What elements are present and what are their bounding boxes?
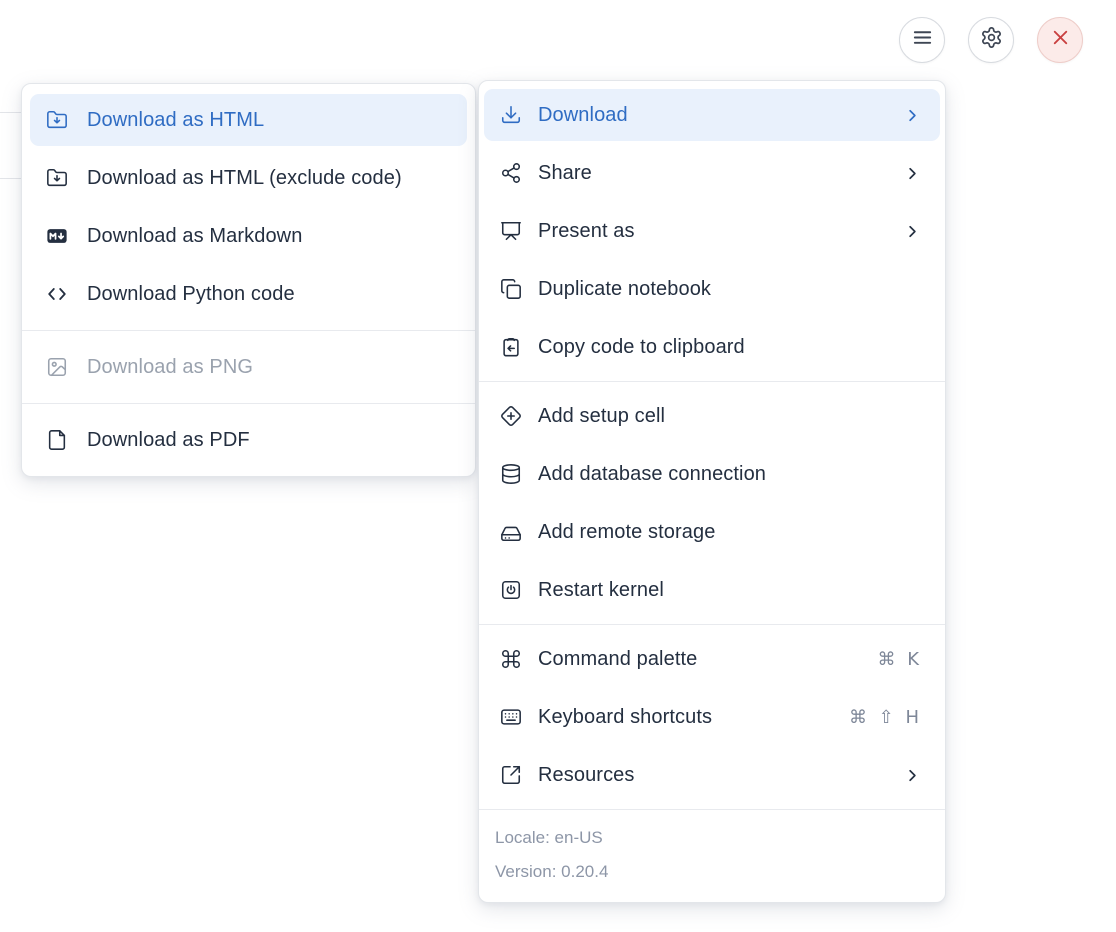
menu-item-present-as[interactable]: Present as: [484, 205, 940, 257]
share-icon: [500, 162, 522, 184]
shortcut-hint: ⌘ ⇧ H: [849, 707, 922, 728]
chevron-right-icon: [903, 106, 922, 125]
close-icon: [1049, 26, 1072, 54]
menu-item-download-as-pdf[interactable]: Download as PDF: [30, 414, 467, 466]
command-icon: [500, 648, 522, 670]
menu-item-label: Add setup cell: [538, 405, 922, 428]
menu-item-label: Download as HTML: [87, 109, 449, 132]
image-icon: [46, 356, 68, 378]
menu-item-label: Share: [538, 162, 903, 185]
main-menu: Download Share Present as: [478, 80, 946, 903]
keyboard-icon: [500, 706, 522, 728]
close-button[interactable]: [1037, 17, 1083, 63]
menu-item-restart-kernel[interactable]: Restart kernel: [484, 564, 940, 616]
menu-item-label: Download as HTML (exclude code): [87, 167, 449, 190]
chevron-right-icon: [903, 222, 922, 241]
chevron-right-icon: [903, 164, 922, 183]
menu-section-help: Command palette ⌘ K Keyboard shortcuts ⌘…: [479, 625, 945, 809]
menu-item-keyboard-shortcuts[interactable]: Keyboard shortcuts ⌘ ⇧ H: [484, 691, 940, 743]
menu-item-share[interactable]: Share: [484, 147, 940, 199]
menu-item-label: Duplicate notebook: [538, 278, 922, 301]
download-icon: [500, 104, 522, 126]
external-link-icon: [500, 764, 522, 786]
menu-item-command-palette[interactable]: Command palette ⌘ K: [484, 633, 940, 685]
menu-item-download-as-markdown[interactable]: Download as Markdown: [30, 210, 467, 262]
menu-item-label: Restart kernel: [538, 579, 922, 602]
menu-item-download-as-png: Download as PNG: [30, 341, 467, 393]
hard-drive-icon: [500, 521, 522, 543]
copy-icon: [500, 278, 522, 300]
menu-item-label: Resources: [538, 764, 903, 787]
markdown-icon: [46, 225, 68, 247]
gear-icon: [980, 26, 1003, 54]
clipboard-arrow-icon: [500, 336, 522, 358]
menu-item-download-as-html[interactable]: Download as HTML: [30, 94, 467, 146]
file-icon: [46, 429, 68, 451]
version-text: Version: 0.20.4: [495, 855, 929, 889]
window-controls: [899, 17, 1083, 63]
menu-item-download[interactable]: Download: [484, 89, 940, 141]
menu-item-duplicate-notebook[interactable]: Duplicate notebook: [484, 263, 940, 315]
menu-item-download-python-code[interactable]: Download Python code: [30, 268, 467, 320]
menu-item-label: Download Python code: [87, 283, 449, 306]
menu-item-download-as-html-exclude-code[interactable]: Download as HTML (exclude code): [30, 152, 467, 204]
code-icon: [46, 283, 68, 305]
power-icon: [500, 579, 522, 601]
background-hairline: [0, 112, 21, 113]
menu-item-resources[interactable]: Resources: [484, 749, 940, 801]
menu-item-copy-code-to-clipboard[interactable]: Copy code to clipboard: [484, 321, 940, 373]
menu-item-add-remote-storage[interactable]: Add remote storage: [484, 506, 940, 558]
menu-item-label: Add database connection: [538, 463, 922, 486]
menu-item-label: Download as Markdown: [87, 225, 449, 248]
locale-text: Locale: en-US: [495, 821, 929, 855]
submenu-section-export: Download as HTML Download as HTML (exclu…: [22, 84, 475, 330]
folder-down-icon: [46, 167, 68, 189]
submenu-section-pdf: Download as PDF: [22, 404, 475, 476]
folder-down-icon: [46, 109, 68, 131]
menu-item-label: Download: [538, 104, 903, 127]
menu-item-label: Download as PDF: [87, 429, 449, 452]
menu-item-label: Copy code to clipboard: [538, 336, 922, 359]
settings-button[interactable]: [968, 17, 1014, 63]
chevron-right-icon: [903, 766, 922, 785]
menu-item-label: Command palette: [538, 648, 877, 671]
download-submenu: Download as HTML Download as HTML (exclu…: [21, 83, 476, 477]
shortcut-hint: ⌘ K: [877, 649, 922, 670]
menu-section-notebook-actions: Add setup cell Add database connection A…: [479, 382, 945, 624]
diamond-plus-icon: [500, 405, 522, 427]
submenu-section-png: Download as PNG: [22, 331, 475, 403]
database-icon: [500, 463, 522, 485]
menu-footer: Locale: en-US Version: 0.20.4: [479, 810, 945, 902]
background-hairline: [0, 178, 21, 179]
menu-item-label: Download as PNG: [87, 356, 449, 379]
menu-section-share-export: Download Share Present as: [479, 81, 945, 381]
menu-item-add-database-connection[interactable]: Add database connection: [484, 448, 940, 500]
menu-item-label: Keyboard shortcuts: [538, 706, 849, 729]
presentation-icon: [500, 220, 522, 242]
menu-item-label: Present as: [538, 220, 903, 243]
menu-item-label: Add remote storage: [538, 521, 922, 544]
menu-button[interactable]: [899, 17, 945, 63]
menu-item-add-setup-cell[interactable]: Add setup cell: [484, 390, 940, 442]
hamburger-icon: [911, 26, 934, 54]
